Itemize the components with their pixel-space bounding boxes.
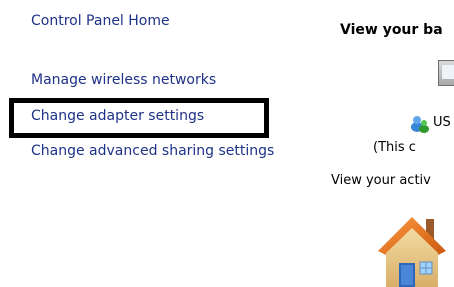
change-advanced-sharing-settings-link[interactable]: Change advanced sharing settings <box>31 142 274 160</box>
network-user-label: US <box>433 115 451 130</box>
active-networks-heading: View your activ <box>331 173 431 188</box>
home-network-icon <box>378 217 446 287</box>
change-adapter-settings-link[interactable]: Change adapter settings <box>31 107 204 125</box>
computer-icon <box>438 60 454 86</box>
control-panel-home-link[interactable]: Control Panel Home <box>31 12 170 30</box>
network-and-sharing-center-window: Control Panel Home Manage wireless netwo… <box>0 0 454 287</box>
network-user-icon <box>411 116 429 133</box>
manage-wireless-networks-link[interactable]: Manage wireless networks <box>31 71 216 89</box>
main-heading: View your ba <box>340 22 443 38</box>
network-user-subtitle: (This c <box>373 140 416 155</box>
